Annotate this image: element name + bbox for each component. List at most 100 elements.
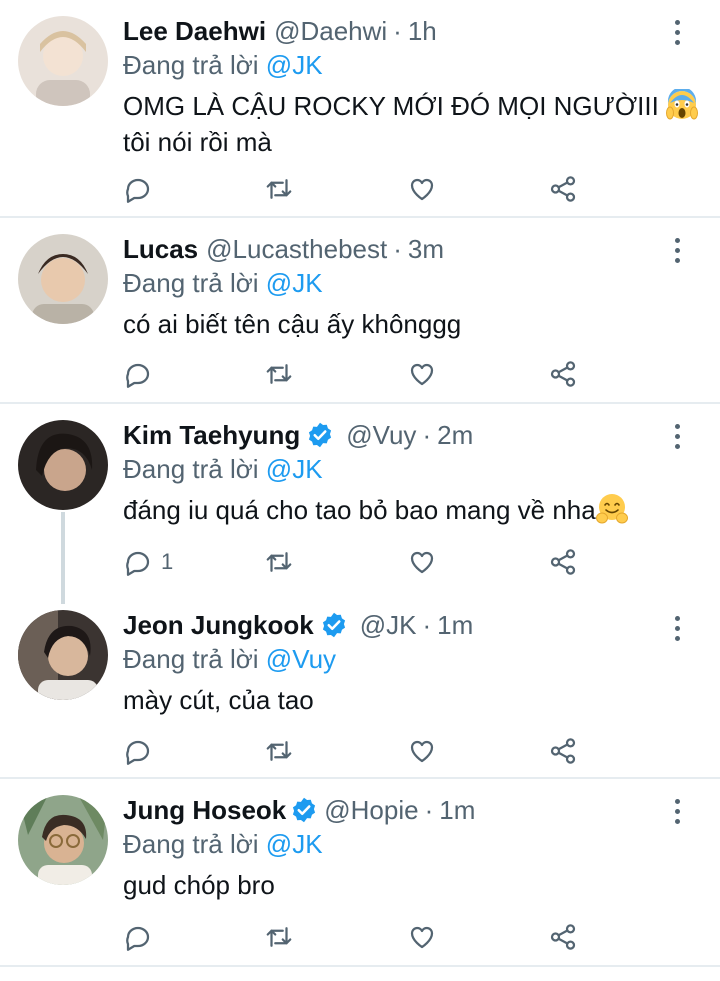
retweet-button[interactable] — [264, 356, 294, 392]
tweet-actions — [123, 171, 583, 207]
more-options-icon[interactable] — [672, 424, 682, 452]
mention-link[interactable]: @JK — [266, 454, 323, 484]
user-handle[interactable]: @Vuy — [346, 418, 416, 452]
tweet-hoseok[interactable]: Jung Hoseok @Hopie · 1m Đang trả lời @JK… — [0, 779, 720, 967]
display-name[interactable]: Lucas — [123, 232, 198, 266]
more-options-icon[interactable] — [672, 616, 682, 644]
mention-link[interactable]: @JK — [266, 50, 323, 80]
tweet-header: Kim Taehyung @Vuy · 2m — [123, 418, 700, 452]
avatar[interactable] — [18, 795, 108, 885]
reply-count: 1 — [161, 549, 174, 574]
retweet-button[interactable] — [264, 171, 294, 207]
display-name[interactable]: Kim Taehyung — [123, 418, 300, 452]
timestamp[interactable]: 1m — [439, 793, 475, 827]
tweet-actions — [123, 919, 583, 955]
retweet-button[interactable] — [264, 919, 294, 955]
retweet-button[interactable] — [264, 544, 294, 580]
avatar[interactable] — [18, 234, 108, 324]
retweet-icon — [266, 927, 292, 947]
reply-button[interactable] — [123, 356, 161, 392]
heart-icon — [410, 551, 434, 574]
share-icon — [550, 738, 576, 764]
tweet-text-line: đáng iu quá cho tao bỏ bao mang về nha — [123, 495, 596, 525]
reply-button[interactable] — [123, 171, 161, 207]
verified-badge-icon — [293, 797, 316, 823]
retweet-icon — [266, 179, 292, 199]
replying-to-label: Đang trả lời — [123, 50, 259, 80]
heart-icon — [410, 178, 434, 201]
share-icon — [550, 549, 576, 575]
timestamp[interactable]: 1m — [437, 608, 473, 642]
tweet-lucas[interactable]: Lucas @Lucasthebest · 3m Đang trả lời @J… — [0, 218, 720, 404]
avatar[interactable] — [18, 16, 108, 106]
replying-to: Đang trả lời @JK — [123, 266, 700, 300]
tweet-text-line: OMG LÀ CẬU ROCKY MỚI ĐÓ MỌI NGƯỜIII — [123, 91, 659, 121]
reply-icon — [126, 926, 150, 951]
replying-to-label: Đang trả lời — [123, 454, 259, 484]
heart-icon — [410, 363, 434, 386]
user-handle[interactable]: @Daehwi — [274, 14, 387, 48]
retweet-button[interactable] — [264, 733, 294, 769]
share-button[interactable] — [548, 356, 578, 392]
avatar[interactable] — [18, 420, 108, 510]
tweet-taehyung[interactable]: Kim Taehyung @Vuy · 2m Đang trả lời @JK … — [0, 404, 720, 604]
share-button[interactable] — [548, 733, 578, 769]
tweet-text-line: mày cút, của tao — [123, 685, 314, 715]
tweet-text-line: có ai biết tên cậu ấy khônggg — [123, 309, 462, 339]
heart-icon — [410, 926, 434, 949]
reply-button[interactable] — [123, 919, 161, 955]
mention-link[interactable]: @JK — [266, 829, 323, 859]
tweet-actions: 1 — [123, 544, 583, 580]
more-options-icon[interactable] — [672, 799, 682, 827]
user-handle[interactable]: @Lucasthebest — [206, 232, 387, 266]
replying-to-label: Đang trả lời — [123, 644, 259, 674]
like-button[interactable] — [407, 171, 437, 207]
display-name[interactable]: Jung Hoseok — [123, 793, 286, 827]
mention-link[interactable]: @JK — [266, 268, 323, 298]
separator-dot: · — [422, 610, 432, 640]
timestamp[interactable]: 2m — [437, 418, 473, 452]
tweet-jungkook[interactable]: Jeon Jungkook @JK · 1m Đang trả lời @Vuy… — [0, 592, 720, 779]
like-button[interactable] — [407, 356, 437, 392]
more-options-icon[interactable] — [672, 20, 682, 48]
like-button[interactable] — [407, 544, 437, 580]
replying-to: Đang trả lời @JK — [123, 48, 700, 82]
display-name[interactable]: Lee Daehwi — [123, 14, 266, 48]
share-button[interactable] — [548, 544, 578, 580]
tweet-header: Jung Hoseok @Hopie · 1m — [123, 793, 700, 827]
reply-button[interactable]: 1 — [123, 544, 173, 580]
tweet-header: Lee Daehwi @Daehwi · 1h — [123, 14, 700, 48]
timestamp[interactable]: 3m — [408, 232, 444, 266]
user-handle[interactable]: @Hopie — [324, 793, 418, 827]
tweet-daehwi[interactable]: Lee Daehwi @Daehwi · 1h Đang trả lời @JK… — [0, 0, 720, 218]
display-name[interactable]: Jeon Jungkook — [123, 608, 314, 642]
tweet-actions — [123, 733, 583, 769]
user-handle[interactable]: @JK — [360, 608, 417, 642]
verified-badge-icon — [309, 422, 332, 448]
tweet-header: Jeon Jungkook @JK · 1m — [123, 608, 700, 642]
more-options-icon[interactable] — [672, 238, 682, 266]
verified-badge-icon — [322, 612, 345, 638]
avatar[interactable] — [18, 610, 108, 700]
replying-to: Đang trả lời @Vuy — [123, 642, 700, 676]
like-button[interactable] — [407, 733, 437, 769]
separator-dot: · — [393, 16, 402, 46]
share-button[interactable] — [548, 171, 578, 207]
share-icon — [550, 924, 576, 950]
reply-icon — [126, 363, 150, 388]
thread-connector — [61, 512, 65, 604]
tweet-text: gud chóp bro — [123, 867, 700, 903]
share-icon — [550, 361, 576, 387]
reply-feed: Lee Daehwi @Daehwi · 1h Đang trả lời @JK… — [0, 0, 720, 967]
mention-link[interactable]: @Vuy — [266, 644, 336, 674]
reply-icon — [126, 551, 150, 576]
timestamp[interactable]: 1h — [408, 14, 437, 48]
replying-to-label: Đang trả lời — [123, 829, 259, 859]
share-button[interactable] — [548, 919, 578, 955]
replying-to-label: Đang trả lời — [123, 268, 259, 298]
like-button[interactable] — [407, 919, 437, 955]
tweet-text: có ai biết tên cậu ấy khônggg — [123, 306, 700, 342]
heart-icon — [410, 740, 434, 763]
tweet-text: OMG LÀ CẬU ROCKY MỚI ĐÓ MỌI NGƯỜIII tôi … — [123, 87, 700, 160]
reply-button[interactable] — [123, 733, 161, 769]
